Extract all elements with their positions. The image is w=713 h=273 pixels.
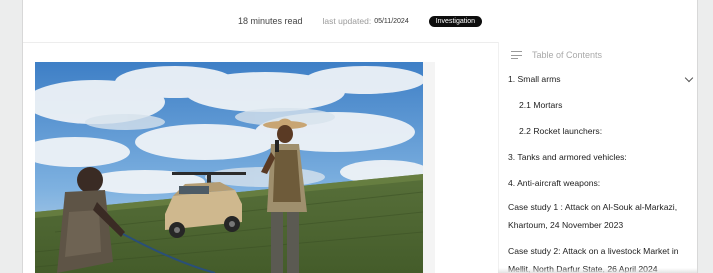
toc-header: Table of Contents xyxy=(511,48,602,62)
last-updated-date: 05/11/2024 xyxy=(374,17,409,25)
toc-item-mortars[interactable]: 2.1 Mortars xyxy=(519,97,562,114)
table-of-contents: Table of Contents 1. Small arms 2.1 Mort… xyxy=(498,42,697,273)
toc-title: Table of Contents xyxy=(532,50,603,60)
last-updated-label: last updated: xyxy=(322,16,372,26)
read-time: 18 minutes read xyxy=(237,16,303,26)
toc-item-small-arms[interactable]: 1. Small arms xyxy=(508,71,561,88)
toc-scroll-shadow xyxy=(498,268,697,273)
toc-item-anti-aircraft[interactable]: 4. Anti-aircraft weapons: xyxy=(508,175,600,192)
toc-item-rocket-launchers[interactable]: 2.2 Rocket launchers: xyxy=(519,123,602,140)
chevron-down-icon[interactable] xyxy=(684,73,694,83)
hero-image-margin xyxy=(423,62,435,273)
category-badge[interactable]: Investigation xyxy=(428,15,483,27)
hero-image xyxy=(35,62,423,273)
list-icon xyxy=(511,51,522,59)
article-frame: 18 minutes read last updated: 05/11/2024… xyxy=(22,0,698,273)
toc-item-case-study-1[interactable]: Case study 1 : Attack on Al-Souk al-Mark… xyxy=(508,198,697,234)
toc-item-tanks[interactable]: 3. Tanks and armored vehicles: xyxy=(508,149,627,166)
article-meta-bar: 18 minutes read last updated: 05/11/2024… xyxy=(23,0,697,43)
